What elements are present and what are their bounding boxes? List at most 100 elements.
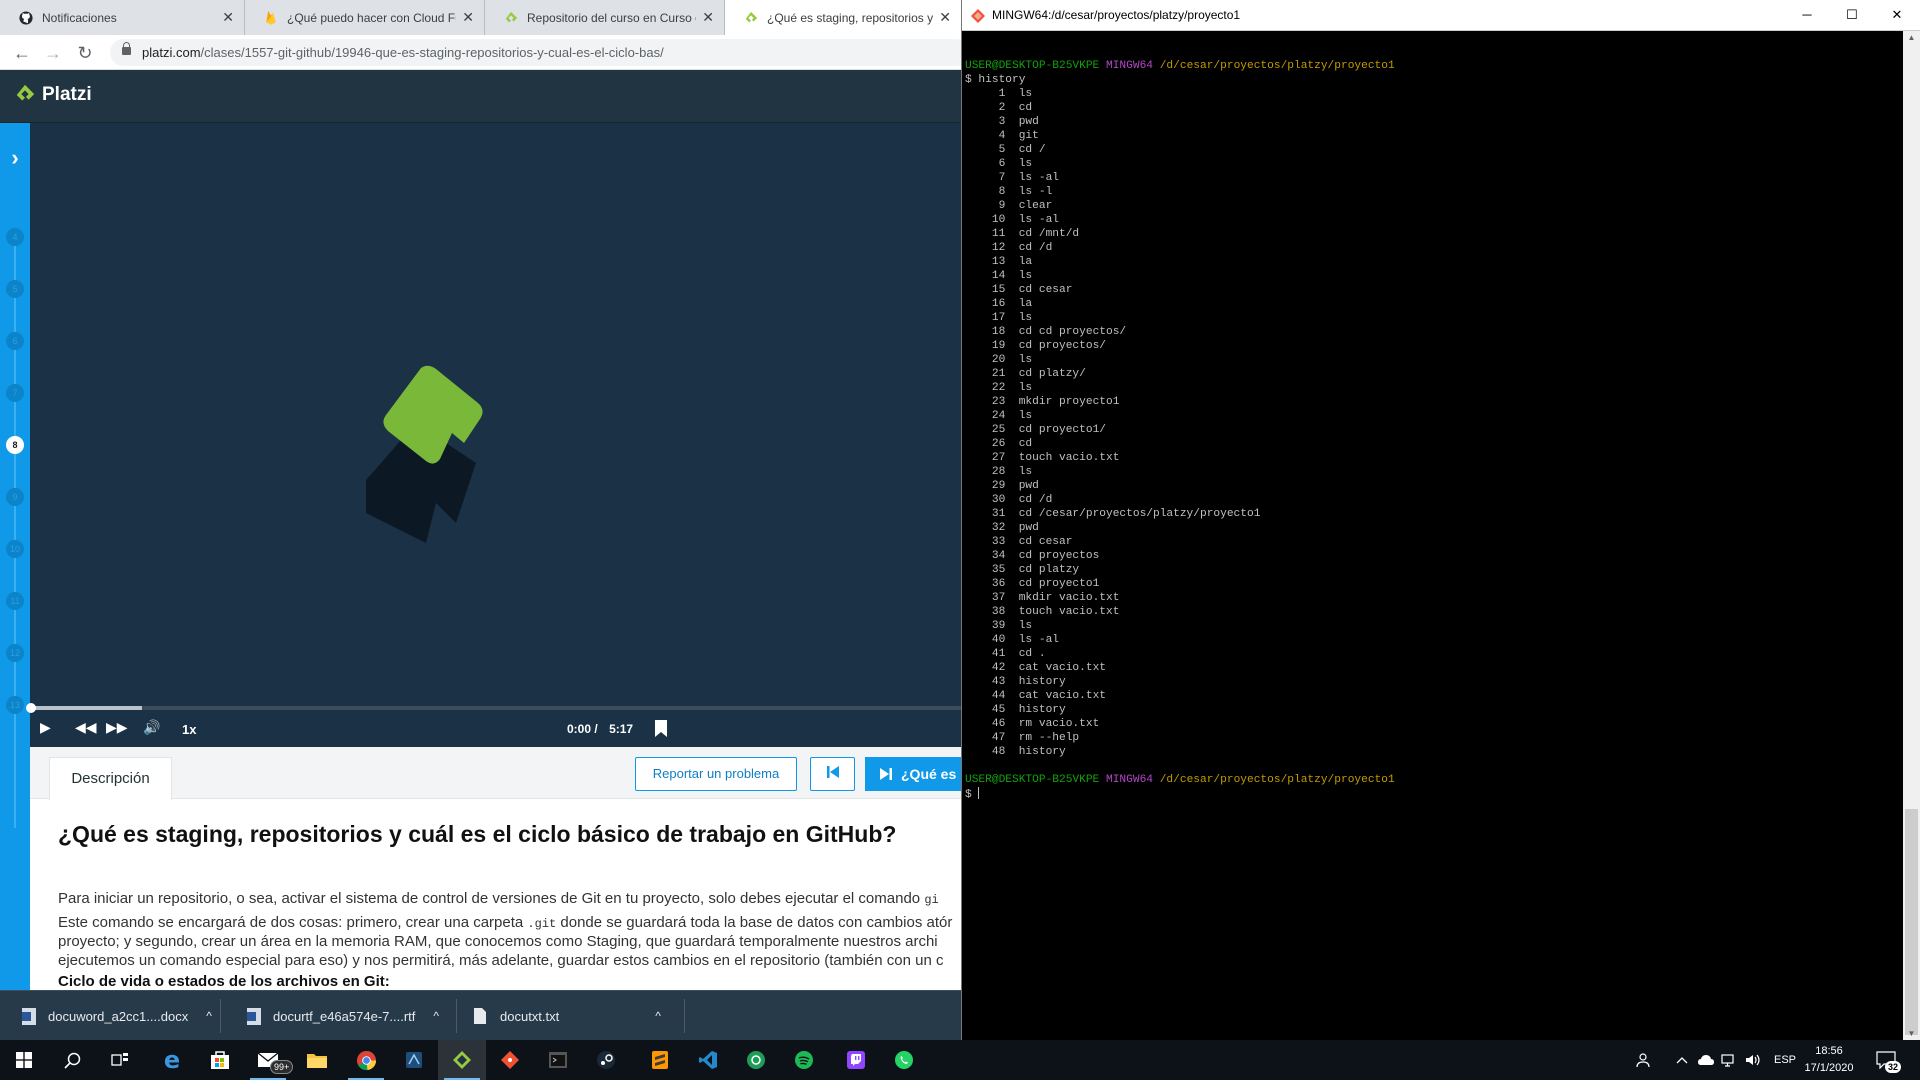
history-command: rm --help (1018, 732, 1080, 744)
volume-icon[interactable] (1745, 1040, 1761, 1080)
download-item[interactable]: docuword_a2cc1....docx ^ (22, 991, 212, 1040)
maximize-icon[interactable]: ☐ (1829, 0, 1875, 30)
history-entry: 4 git (965, 130, 1039, 142)
history-entry: 11 cd /mnt/d (965, 228, 1079, 240)
tab-repositorio-curso[interactable]: Repositorio del curso en Curso d ✕ (485, 0, 725, 35)
git-gui-icon[interactable] (486, 1040, 534, 1080)
class-dot[interactable]: 12 (6, 644, 24, 662)
download-item[interactable]: docurtf_e46a574e-7....rtf ^ (247, 991, 439, 1040)
history-entry: 14 ls (965, 270, 1032, 282)
tab-notificaciones[interactable]: Notificaciones ✕ (0, 0, 245, 35)
paragraph-2-line-2: proyecto; y segundo, crear un área en la… (58, 933, 938, 950)
tab-que-es-staging[interactable]: ¿Qué es staging, repositorios y c ✕ (725, 0, 961, 35)
tab-descripcion[interactable]: Descripción (49, 757, 172, 800)
close-icon[interactable]: ✕ (1874, 0, 1920, 30)
next-class-button[interactable]: ¿Qué es u (865, 757, 961, 791)
class-dot[interactable]: 4 (6, 228, 24, 246)
people-icon[interactable] (1636, 1040, 1652, 1080)
previous-class-button[interactable] (810, 757, 855, 791)
history-number: 11 (965, 228, 1019, 240)
chevron-right-icon[interactable]: › (0, 145, 30, 171)
edge-icon[interactable]: e (148, 1040, 196, 1080)
class-dot[interactable]: 9 (6, 488, 24, 506)
volume-icon[interactable]: 🔊 (143, 719, 160, 736)
history-entry: 10 ls -al (965, 214, 1059, 226)
playback-speed[interactable]: 1x (182, 722, 196, 737)
scroll-up-icon[interactable]: ▲ (1903, 33, 1920, 42)
history-command: history (1018, 676, 1066, 688)
platzi-logo[interactable]: Platzi (14, 84, 92, 106)
app-green-icon[interactable] (732, 1040, 780, 1080)
bookmark-icon[interactable] (655, 720, 667, 740)
onedrive-icon[interactable] (1697, 1040, 1715, 1080)
scroll-down-icon[interactable]: ▼ (1903, 1029, 1920, 1038)
history-entry: 31 cd /cesar/proyectos/platzy/proyecto1 (965, 508, 1261, 520)
progress-knob[interactable] (26, 703, 36, 713)
file-explorer-icon[interactable] (293, 1040, 341, 1080)
class-dot[interactable]: 11 (6, 592, 24, 610)
history-entry: 37 mkdir vacio.txt (965, 592, 1120, 604)
prompt-path: /d/cesar/proyectos/platzy/proyecto1 (1159, 774, 1395, 786)
chevron-up-icon[interactable]: ^ (433, 1009, 439, 1023)
notification-center-icon[interactable]: 32 (1876, 1040, 1902, 1080)
store-icon[interactable] (196, 1040, 244, 1080)
system-clock[interactable]: 18:56 17/1/2020 (1798, 1043, 1860, 1077)
close-tab-icon[interactable]: ✕ (222, 9, 234, 26)
mail-icon[interactable]: 99+ (244, 1040, 294, 1080)
vscode-icon[interactable] (684, 1040, 732, 1080)
class-dot[interactable]: 7 (6, 384, 24, 402)
class-dot[interactable]: 5 (6, 280, 24, 298)
report-problem-button[interactable]: Reportar un problema (635, 757, 797, 791)
network-icon[interactable] (1720, 1040, 1738, 1080)
class-dot[interactable]: 10 (6, 540, 24, 558)
firebase-icon (263, 10, 279, 26)
fast-forward-icon[interactable]: ▶▶ (106, 719, 128, 736)
history-number: 8 (965, 186, 1019, 198)
class-dot-current[interactable]: 8 (6, 436, 24, 454)
input-line[interactable]: $ (965, 787, 980, 801)
chrome-icon[interactable] (342, 1040, 390, 1080)
input-language[interactable]: ESP (1774, 1040, 1796, 1080)
git-bash-taskbar-icon[interactable] (438, 1040, 486, 1080)
search-icon[interactable] (48, 1040, 96, 1080)
video-progress-bar[interactable] (26, 703, 961, 713)
reload-icon[interactable]: ↻ (74, 42, 96, 64)
chevron-up-icon[interactable] (1676, 1040, 1688, 1080)
video-player[interactable] (30, 123, 961, 713)
sublime-text-icon[interactable] (636, 1040, 684, 1080)
class-dot[interactable]: 6 (6, 332, 24, 350)
chevron-up-icon[interactable]: ^ (206, 1009, 212, 1023)
close-tab-icon[interactable]: ✕ (462, 9, 474, 26)
history-entry: 22 ls (965, 382, 1032, 394)
back-arrow-icon[interactable]: ← (11, 42, 33, 64)
close-tab-icon[interactable]: ✕ (702, 9, 714, 26)
class-dot[interactable]: 13 (6, 696, 24, 714)
start-button[interactable] (0, 1040, 48, 1080)
terminal-scrollbar[interactable]: ▲ ▼ (1903, 31, 1920, 1040)
download-item[interactable]: docutxt.txt ^ (474, 991, 661, 1040)
history-command: cd . (1018, 648, 1046, 660)
minimize-icon[interactable]: ─ (1784, 0, 1830, 30)
history-entry: 48 history (965, 746, 1066, 758)
chevron-up-icon[interactable]: ^ (655, 1009, 661, 1023)
task-view-icon[interactable] (96, 1040, 144, 1080)
clock-date: 17/1/2020 (1804, 1062, 1854, 1074)
steam-icon[interactable] (582, 1040, 630, 1080)
spotify-icon[interactable] (780, 1040, 828, 1080)
current-time: 0:00 (567, 722, 592, 736)
address-bar[interactable]: platzi.com/clases/1557-git-github/19946-… (110, 39, 961, 66)
browser-toolbar: ← → ↻ platzi.com/clases/1557-git-github/… (0, 35, 961, 70)
whatsapp-icon[interactable] (880, 1040, 928, 1080)
close-tab-icon[interactable]: ✕ (939, 9, 951, 26)
terminal-output[interactable]: USER@DESKTOP-B25VKPE MINGW64 /d/cesar/pr… (965, 45, 1895, 802)
forward-arrow-icon[interactable]: → (42, 42, 64, 64)
app-icon[interactable] (390, 1040, 438, 1080)
tab-cloud-functions[interactable]: ¿Qué puedo hacer con Cloud Fu ✕ (245, 0, 485, 35)
history-command: cd proyectos/ (1018, 340, 1106, 352)
rewind-icon[interactable]: ◀◀ (75, 719, 97, 736)
terminal-app-icon[interactable] (534, 1040, 582, 1080)
play-icon[interactable]: ▶ (40, 719, 51, 736)
twitch-icon[interactable] (832, 1040, 880, 1080)
tab-title: Notificaciones (42, 10, 117, 25)
scrollbar-thumb[interactable] (1905, 809, 1918, 1035)
